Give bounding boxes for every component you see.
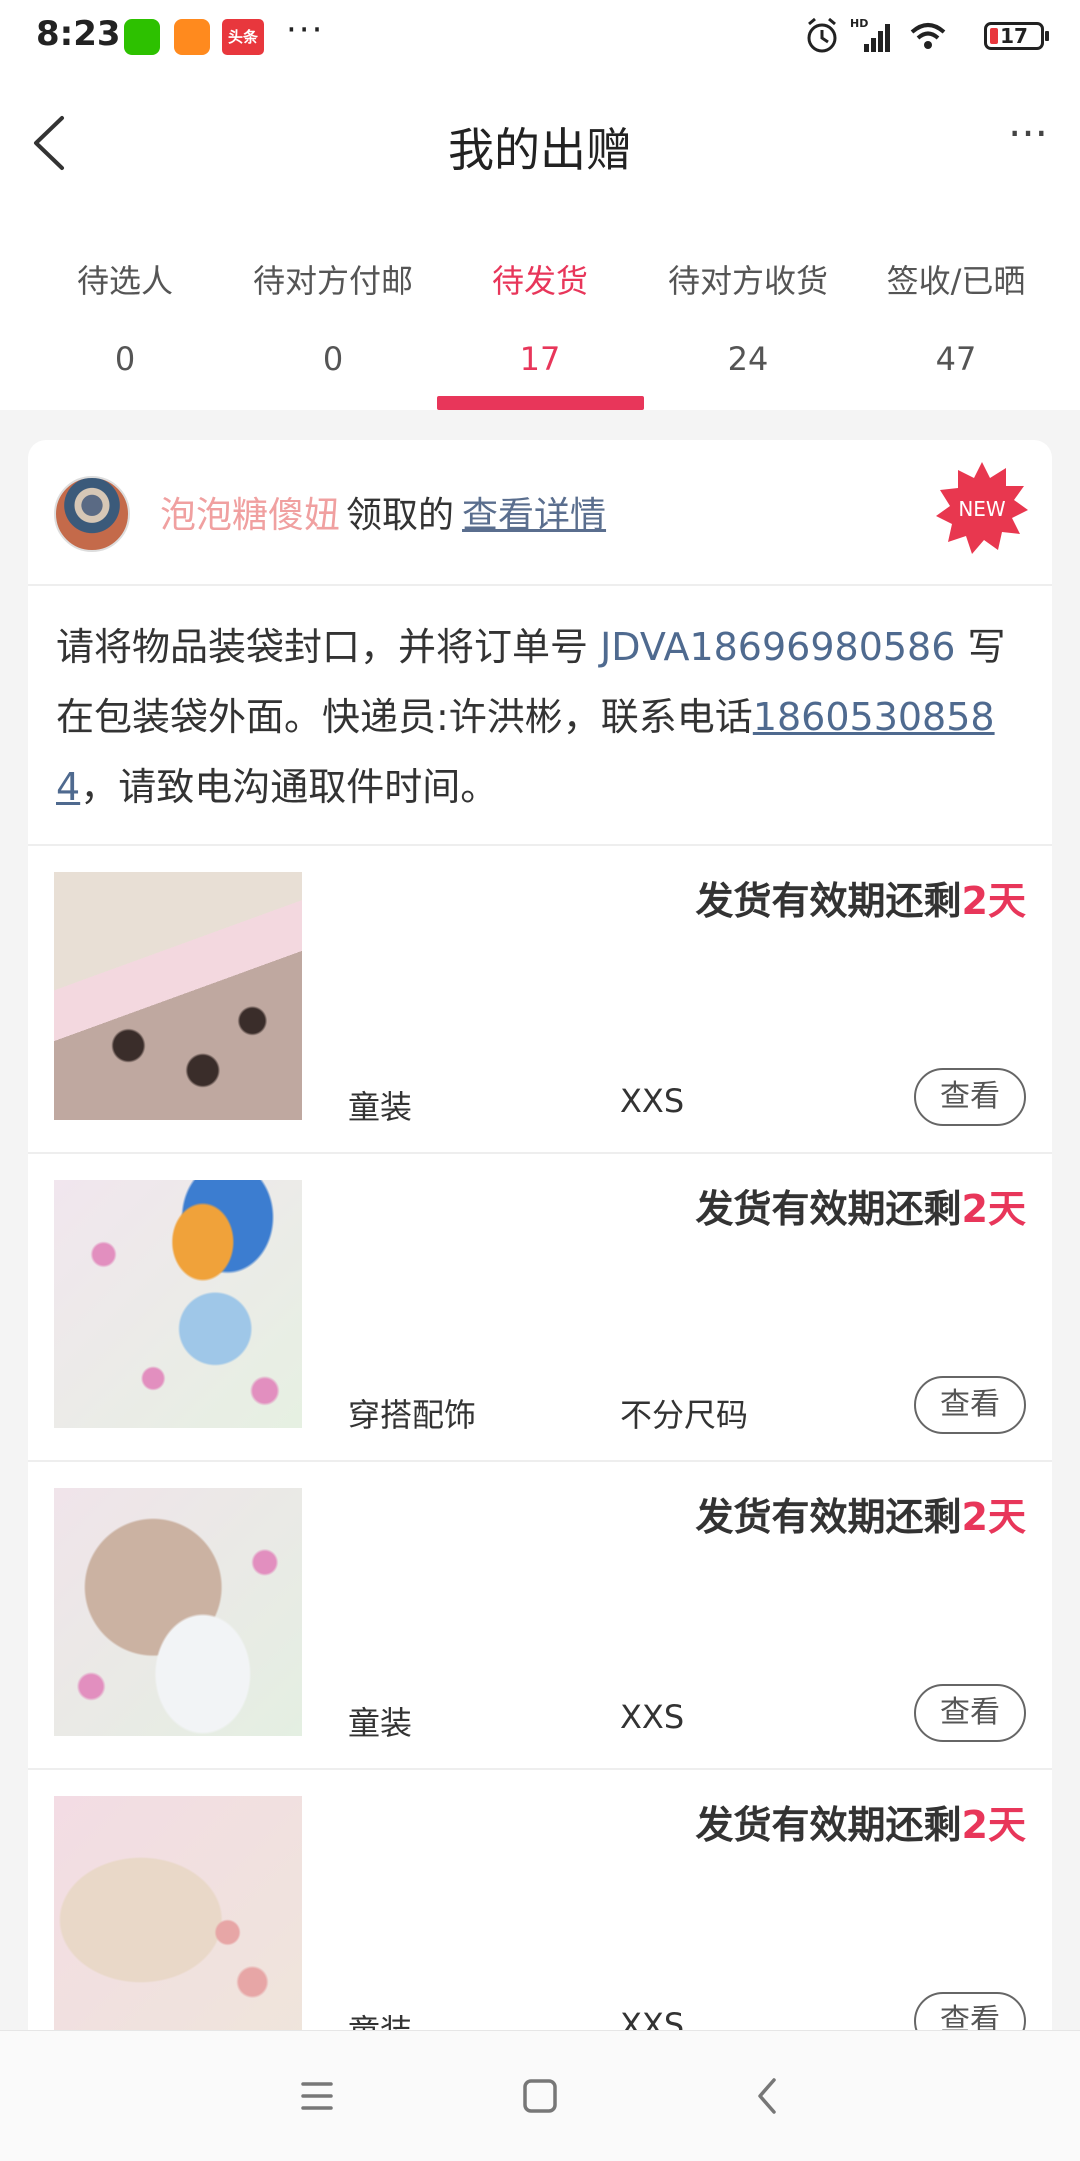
tab-label: 签收/已晒	[886, 262, 1026, 300]
notice-suffix: ，请致电沟通取件时间。	[80, 765, 499, 809]
item-category: 童装	[348, 1088, 413, 1126]
more-options-button[interactable]: ···	[998, 113, 1058, 160]
system-navigation-bar	[0, 2030, 1080, 2161]
status-time: 8:23	[36, 14, 121, 54]
active-tab-indicator	[437, 396, 644, 410]
tab-count: 24	[727, 340, 769, 378]
back-nav-icon[interactable]	[738, 2066, 798, 2126]
tab-count: 0	[322, 340, 344, 378]
tab-pending-shipment[interactable]: 待发货 17	[436, 210, 644, 410]
shipping-instructions: 请将物品装袋封口，并将订单号 JDVA18696980586 写在包装袋外面。快…	[28, 584, 1052, 846]
days-remaining: 2天	[961, 1495, 1026, 1539]
list-item[interactable]: 发货有效期还剩2天 童装 XXS 查看	[28, 1462, 1052, 1770]
item-photo[interactable]	[54, 1180, 302, 1428]
tab-count: 0	[114, 340, 136, 378]
tab-pending-selection[interactable]: 待选人 0	[21, 210, 229, 410]
more-notifications-icon: ···	[286, 10, 325, 50]
view-button[interactable]: 查看	[914, 1684, 1026, 1742]
notice-prefix: 请将物品装袋封口，并将订单号	[56, 625, 601, 669]
item-size: 不分尺码	[620, 1396, 749, 1434]
view-button[interactable]: 查看	[914, 1068, 1026, 1126]
order-number: JDVA18696980586	[600, 625, 956, 669]
item-category: 穿搭配饰	[348, 1396, 477, 1434]
item-photo[interactable]	[54, 1796, 302, 2044]
tab-count: 17	[519, 340, 561, 378]
shipping-deadline: 发货有效期还剩2天	[695, 879, 1026, 923]
app-notification-icon	[174, 19, 210, 55]
status-tabs: 待选人 0 待对方付邮 0 待发货 17 待对方收货 24 签收/已晒 47	[0, 210, 1080, 410]
avatar[interactable]	[54, 476, 130, 552]
toutiao-icon: 头条	[222, 19, 264, 55]
days-remaining: 2天	[961, 879, 1026, 923]
item-photo[interactable]	[54, 1488, 302, 1736]
new-badge-icon: NEW	[936, 462, 1028, 554]
wifi-icon	[910, 23, 946, 49]
signal-icon: HD	[850, 17, 890, 52]
battery-icon: 17	[984, 22, 1049, 50]
tab-pending-receipt[interactable]: 待对方收货 24	[644, 210, 852, 410]
tab-pending-postage[interactable]: 待对方付邮 0	[229, 210, 437, 410]
view-details-link[interactable]: 查看详情	[462, 495, 606, 536]
tab-label: 待对方收货	[667, 262, 828, 300]
list-item[interactable]: 发货有效期还剩2天 穿搭配饰 不分尺码 查看	[28, 1154, 1052, 1462]
svg-text:NEW: NEW	[958, 497, 1006, 521]
tab-signed-shared[interactable]: 签收/已晒 47	[852, 210, 1060, 410]
claimed-text: 领取的	[346, 495, 455, 536]
tab-count: 47	[935, 340, 977, 378]
days-remaining: 2天	[961, 1803, 1026, 1847]
tab-label: 待对方付邮	[252, 262, 413, 300]
status-bar: 8:23 头条 ··· HD 17	[0, 0, 1080, 76]
app-header: 我的出赠 ···	[0, 76, 1080, 210]
shipping-deadline: 发货有效期还剩2天	[695, 1803, 1026, 1847]
item-category: 童装	[348, 1704, 413, 1742]
claim-info: 泡泡糖傻妞 领取的 查看详情	[160, 486, 606, 538]
item-size: XXS	[620, 1082, 685, 1120]
item-photo[interactable]	[54, 872, 302, 1120]
item-size: XXS	[620, 1698, 685, 1736]
username[interactable]: 泡泡糖傻妞	[160, 495, 340, 536]
shipping-deadline: 发货有效期还剩2天	[695, 1495, 1026, 1539]
view-button[interactable]: 查看	[914, 1376, 1026, 1434]
tab-label: 待选人	[76, 262, 173, 300]
page-title: 我的出赠	[448, 123, 632, 177]
card-header: 泡泡糖傻妞 领取的 查看详情 NEW	[28, 440, 1052, 586]
shipping-deadline: 发货有效期还剩2天	[695, 1187, 1026, 1231]
svg-text:HD: HD	[850, 17, 868, 30]
donation-card: 泡泡糖傻妞 领取的 查看详情 NEW 请将物品装袋封口，并将订单号 JDVA1869…	[28, 440, 1052, 2160]
wechat-icon	[124, 19, 160, 55]
tab-label: 待发货	[491, 262, 588, 300]
home-icon[interactable]	[510, 2066, 570, 2126]
alarm-icon	[807, 17, 837, 53]
days-remaining: 2天	[961, 1187, 1026, 1231]
list-item[interactable]: 发货有效期还剩2天 童装 XXS 查看	[28, 846, 1052, 1154]
menu-icon[interactable]	[287, 2066, 347, 2126]
